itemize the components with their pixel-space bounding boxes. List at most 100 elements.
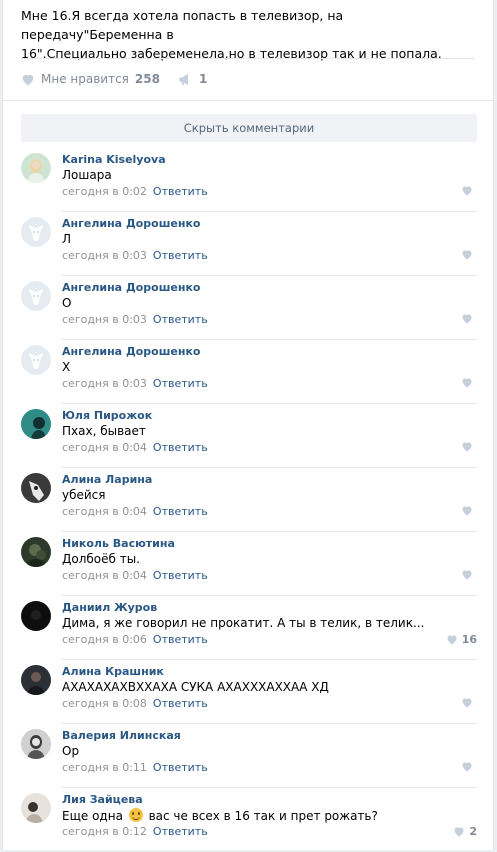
comment-item: Ангелина Дорошенко О сегодня в 0:03 Ответ…	[21, 276, 477, 340]
comment-text-value: Пхах, бывает	[62, 424, 146, 438]
reply-link[interactable]: Ответить	[153, 313, 208, 326]
reply-link[interactable]: Ответить	[153, 569, 208, 582]
comment-like-count: 2	[469, 825, 477, 838]
comment-author[interactable]: Даниил Журов	[62, 601, 157, 614]
reply-link[interactable]: Ответить	[153, 697, 208, 710]
comment-text: О	[62, 296, 71, 310]
comment-like-button[interactable]	[461, 697, 477, 708]
comment-meta: сегодня в 0:02 Ответить	[62, 185, 208, 198]
comment-time[interactable]: сегодня в 0:04	[62, 505, 147, 518]
comment-text: Лошара	[62, 168, 112, 182]
comment-text: Ор	[62, 744, 79, 758]
comment-like-button[interactable]	[461, 377, 477, 388]
comment-text: Долбоёб ты.	[62, 552, 140, 566]
comment-author[interactable]: Алина Ларина	[62, 473, 152, 486]
comment-meta: сегодня в 0:04 Ответить	[62, 441, 208, 454]
post-text-line-2: 16".Специально забеременела,но в телевиз…	[21, 46, 442, 61]
avatar[interactable]	[21, 281, 51, 311]
comment-time[interactable]: сегодня в 0:03	[62, 377, 147, 390]
comment-text-value: Лошара	[62, 168, 112, 182]
reply-link[interactable]: Ответить	[153, 185, 208, 198]
avatar[interactable]	[21, 153, 51, 183]
reply-link[interactable]: Ответить	[153, 761, 208, 774]
share-button[interactable]: 1	[178, 72, 207, 86]
comment-time[interactable]: сегодня в 0:04	[62, 441, 147, 454]
comment-like-button[interactable]	[461, 441, 477, 452]
share-count: 1	[198, 72, 208, 86]
comment-text-part: вас че всех в 16 так и прет рожать?	[148, 809, 378, 823]
comment-time[interactable]: сегодня в 0:02	[62, 185, 147, 198]
comment-time[interactable]: сегодня в 0:03	[62, 249, 147, 262]
post-card: Мне 16.Я всегда хотела попасть в телевиз…	[2, 0, 494, 850]
reply-link[interactable]: Ответить	[153, 441, 208, 454]
comment-meta: сегодня в 0:08 Ответить	[62, 697, 208, 710]
comment-like-button[interactable]	[461, 185, 477, 196]
comment-time[interactable]: сегодня в 0:04	[62, 569, 147, 582]
comment-author[interactable]: Николь Васютина	[62, 537, 175, 550]
reply-link[interactable]: Ответить	[153, 505, 208, 518]
comment-like-button[interactable]: 16	[446, 633, 477, 646]
comments-list: Karina Kiselyova Лошара сегодня в 0:02 От…	[21, 148, 477, 852]
comment-meta: сегодня в 0:06 Ответить	[62, 633, 208, 646]
comment-text: Пхах, бывает	[62, 424, 146, 438]
comment-like-button[interactable]: 2	[453, 825, 477, 838]
comment-author[interactable]: Ангелина Дорошенко	[62, 281, 201, 294]
reply-link[interactable]: Ответить	[153, 377, 208, 390]
hide-comments-button[interactable]: Скрыть комментарии	[21, 114, 477, 142]
comment-text-value: Л	[62, 232, 72, 246]
comment-author[interactable]: Лия Зайцева	[62, 793, 143, 806]
comment-like-button[interactable]	[461, 249, 477, 260]
comment-text-value: О	[62, 296, 72, 310]
comment-like-button[interactable]	[461, 313, 477, 324]
heart-icon	[462, 570, 472, 580]
comment-meta: сегодня в 0:03 Ответить	[62, 249, 208, 262]
avatar[interactable]	[21, 601, 51, 631]
comment-item: Лия Зайцева Еще одна вас че всех в 16 та…	[21, 788, 477, 852]
comment-author[interactable]: Алина Крашник	[62, 665, 164, 678]
avatar[interactable]	[21, 345, 51, 375]
avatar[interactable]	[21, 537, 51, 567]
comment-time[interactable]: сегодня в 0:06	[62, 633, 147, 646]
like-button[interactable]: Мне нравится 258	[21, 72, 160, 86]
heart-icon	[462, 378, 472, 388]
avatar[interactable]	[21, 793, 51, 823]
comment-author[interactable]: Юля Пирожок	[62, 409, 152, 422]
comment-time[interactable]: сегодня в 0:12	[62, 825, 147, 838]
megaphone-icon	[179, 73, 188, 85]
comment-author[interactable]: Валерия Илинская	[62, 729, 181, 742]
comment-meta: сегодня в 0:04 Ответить	[62, 505, 208, 518]
comment-author[interactable]: Ангелина Дорошенко	[62, 217, 201, 230]
reply-link[interactable]: Ответить	[153, 249, 208, 262]
reply-link[interactable]: Ответить	[153, 633, 208, 646]
comment-time[interactable]: сегодня в 0:03	[62, 313, 147, 326]
comment-text: Еще одна вас че всех в 16 так и прет рож…	[62, 808, 378, 823]
heart-icon	[462, 506, 472, 516]
comment-text-value: Дима, я же говорил не прокатит. А ты в т…	[62, 616, 425, 630]
comment-like-button[interactable]	[461, 569, 477, 580]
divider	[21, 58, 475, 59]
comment-item: Валерия Илинская Ор сегодня в 0:11 Ответи…	[21, 724, 477, 788]
comment-text-value: Долбоёб ты.	[62, 552, 141, 566]
comment-time[interactable]: сегодня в 0:08	[62, 697, 147, 710]
avatar[interactable]	[21, 409, 51, 439]
comment-text: Х	[62, 360, 70, 374]
avatar[interactable]	[21, 217, 51, 247]
heart-icon	[462, 186, 472, 196]
post-text-line-1: Мне 16.Я всегда хотела попасть в телевиз…	[21, 8, 344, 42]
comment-author[interactable]: Ангелина Дорошенко	[62, 345, 201, 358]
avatar[interactable]	[21, 473, 51, 503]
comment-like-button[interactable]	[461, 505, 477, 516]
comment-item: Ангелина Дорошенко Х сегодня в 0:03 Ответ…	[21, 340, 477, 404]
post-text: Мне 16.Я всегда хотела попасть в телевиз…	[21, 6, 461, 63]
laughing-smiley-icon	[128, 808, 143, 822]
comment-text-value: АХАХАХАХВХХАХА СУКА АХАХХХАХХАА ХД	[62, 680, 329, 694]
comment-meta: сегодня в 0:11 Ответить	[62, 761, 208, 774]
comment-time[interactable]: сегодня в 0:11	[62, 761, 147, 774]
avatar[interactable]	[21, 665, 51, 695]
comment-author[interactable]: Karina Kiselyova	[62, 153, 166, 166]
reply-link[interactable]: Ответить	[153, 825, 208, 838]
comment-like-button[interactable]	[461, 761, 477, 772]
avatar[interactable]	[21, 729, 51, 759]
comment-item: Алина Ларина убейся сегодня в 0:04 Ответи…	[21, 468, 477, 532]
comment-item: Karina Kiselyova Лошара сегодня в 0:02 От…	[21, 148, 477, 212]
